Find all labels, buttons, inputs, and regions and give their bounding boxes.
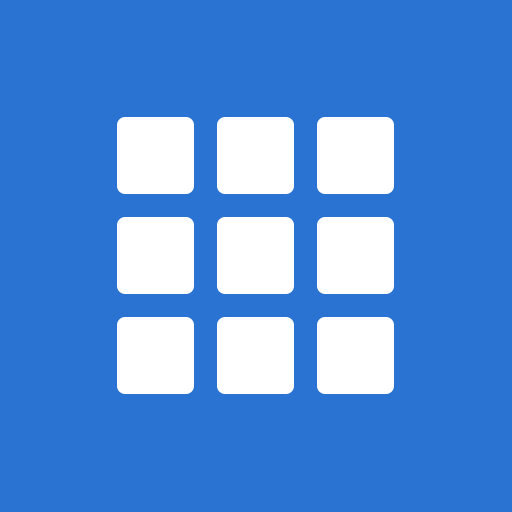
app-grid-icon-canvas [0, 0, 512, 512]
grid-tile-8 [217, 317, 294, 394]
grid-tile-3 [317, 117, 394, 194]
grid-tile-5 [217, 217, 294, 294]
grid-tile-4 [117, 217, 194, 294]
app-grid-icon [117, 117, 394, 394]
grid-tile-6 [317, 217, 394, 294]
grid-tile-1 [117, 117, 194, 194]
grid-tile-7 [117, 317, 194, 394]
grid-tile-9 [317, 317, 394, 394]
grid-tile-2 [217, 117, 294, 194]
